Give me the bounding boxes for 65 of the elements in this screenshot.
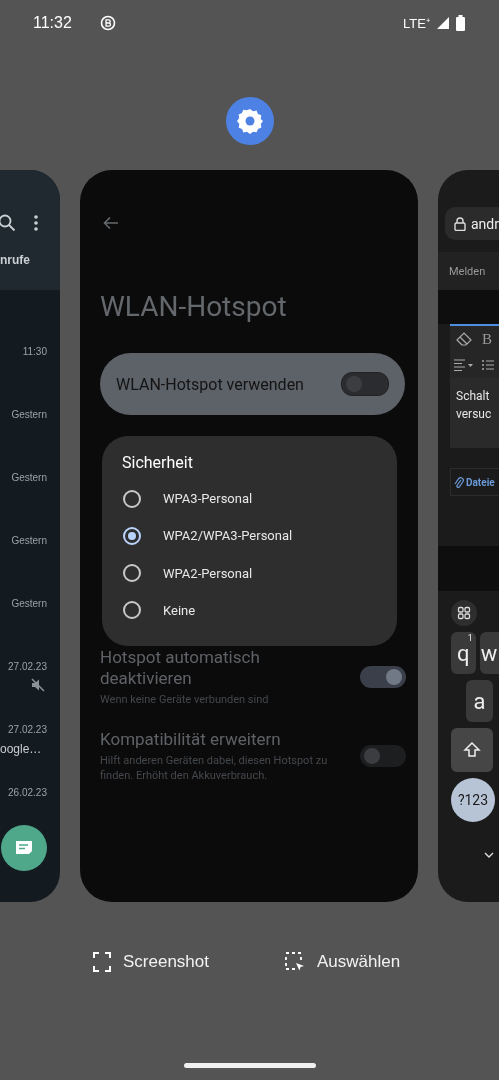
option-label[interactable]: WPA2/WPA3-Personal	[163, 528, 293, 544]
keyboard-key[interactable]: 1 q	[451, 632, 476, 674]
chat-time: Gestern	[11, 408, 47, 422]
selection-icon	[285, 952, 305, 972]
chat-time: 11:30	[22, 345, 47, 359]
network-type: LTE⁺	[403, 14, 430, 32]
radio-button[interactable]	[123, 601, 141, 620]
radio-button[interactable]	[123, 526, 141, 545]
chat-time: Gestern	[11, 534, 47, 548]
radio-button[interactable]	[123, 564, 141, 583]
lock-icon	[454, 216, 466, 231]
arrow-up-icon	[463, 741, 481, 759]
option-label[interactable]: WPA2-Personal	[163, 565, 253, 581]
back-arrow-icon[interactable]	[103, 216, 119, 230]
tab-label[interactable]: nrufe	[0, 253, 60, 267]
chat-time: Gestern	[11, 471, 47, 485]
status-time: 11:32	[33, 13, 72, 32]
paperclip-icon	[454, 475, 464, 489]
muted-speaker-icon	[31, 678, 45, 692]
app-card[interactable]: nrufe 11:30 Gestern Gestern Gestern Gestern 27.02.23 27.02.23 oogle… 26.02.23	[0, 170, 60, 902]
dark-band	[438, 290, 499, 324]
b-circle-icon	[99, 14, 116, 31]
toggle-switch[interactable]	[360, 666, 406, 688]
chevron-down-icon[interactable]	[484, 852, 494, 858]
signal-icon	[436, 15, 450, 30]
option-label[interactable]: WPA3-Personal	[163, 491, 253, 507]
toggle-switch[interactable]	[360, 745, 406, 767]
option-label[interactable]: Keine	[163, 602, 196, 618]
search-icon[interactable]	[0, 214, 16, 232]
setting-description: Wenn keine Geräte verbunden sind	[100, 692, 270, 707]
toggle-switch[interactable]	[341, 372, 389, 396]
action-button[interactable]: Screenshot	[93, 948, 209, 976]
address-field[interactable]: andr	[445, 207, 499, 240]
page-title: WLAN-Hotspot	[100, 290, 288, 323]
setting-description: Hilft anderen Geräten dabei, diesen Hotspot zu finden. Erhöht den Akkuverbrauch.	[100, 753, 329, 783]
attach-files-link[interactable]: Dateie	[450, 468, 499, 496]
keyboard-key[interactable]: a	[466, 680, 493, 722]
tab-label[interactable]: Melden	[449, 264, 486, 278]
apps-grid-button[interactable]	[451, 600, 477, 626]
eraser-icon[interactable]	[456, 332, 472, 346]
bold-button[interactable]: B	[482, 330, 492, 348]
new-message-button[interactable]	[1, 825, 47, 871]
screenshot-icon	[93, 952, 111, 972]
setting-title: Hotspot automatisch deaktivieren	[100, 647, 261, 689]
shift-key[interactable]	[451, 728, 493, 772]
chat-time: 26.02.23	[8, 786, 47, 800]
keyboard-key[interactable]: w	[479, 632, 499, 674]
text-editor[interactable]: Schalt versuc	[450, 378, 499, 448]
more-menu-icon[interactable]	[34, 215, 38, 231]
settings-icon	[225, 97, 274, 145]
setting-title: Kompatibilität erweitern	[100, 729, 282, 750]
symbols-key[interactable]: ?123	[451, 778, 495, 822]
battery-icon	[456, 14, 465, 31]
chat-snippet: oogle…	[0, 742, 42, 756]
app-card[interactable]: andr Melden B Schalt versuc Dateie 1 q w a ?123	[438, 170, 499, 902]
dark-band	[438, 546, 499, 591]
radio-button[interactable]	[123, 489, 141, 508]
chat-time: 27.02.23	[8, 660, 47, 674]
action-button[interactable]: Auswählen	[285, 948, 401, 976]
chat-time: Gestern	[11, 597, 47, 611]
chat-time: 27.02.23	[8, 723, 47, 737]
align-icon[interactable]	[454, 359, 476, 371]
dialog-title: Sicherheit	[122, 453, 194, 472]
list-icon[interactable]	[482, 359, 494, 371]
switch-label: WLAN-Hotspot verwenden	[116, 374, 304, 394]
